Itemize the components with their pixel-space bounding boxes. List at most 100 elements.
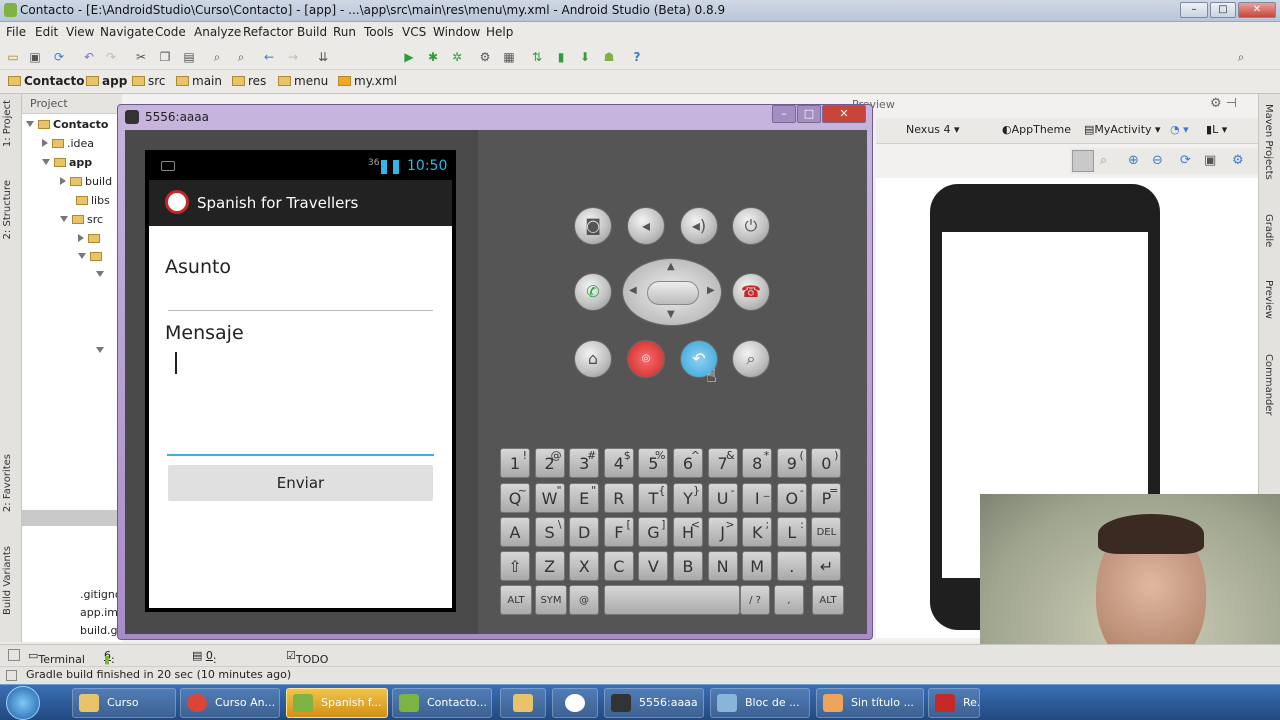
menu-build[interactable]: Build [297,25,327,39]
project-panel-title[interactable]: Project [30,97,68,110]
keyboard-key[interactable]: K; [742,517,773,547]
tree-item[interactable] [78,232,103,245]
paste-icon[interactable]: ▤ [180,48,198,66]
build-variants-tool-tab[interactable]: Build Variants [2,546,13,615]
undo-icon[interactable]: ↶ [80,48,98,66]
menu-window[interactable]: Window [433,25,480,39]
zoom-in-icon[interactable]: ⊕ [1128,153,1139,168]
cut-icon[interactable]: ✂ [132,48,150,66]
keyboard-key[interactable]: 6 ^ [673,448,703,478]
search-hw-icon[interactable]: ⌕ [732,340,770,378]
back-icon[interactable]: ← [260,48,278,66]
keyboard-key[interactable]: SYM [535,585,567,615]
menu-tools[interactable]: Tools [364,25,394,39]
menu-code[interactable]: Code [155,25,186,39]
maven-tool-tab[interactable]: Maven Projects [1263,104,1274,180]
keyboard-key[interactable]: 9( [776,448,807,478]
menu-hw-icon[interactable]: ◎ [627,340,665,378]
replace-icon[interactable]: ⌕ [232,48,250,66]
keyboard-key[interactable]: D [569,517,600,547]
keyboard-key[interactable]: DEL [811,517,842,547]
taskbar-item[interactable]: Sin título ... [816,688,924,718]
enviar-button[interactable]: Enviar [168,465,433,501]
keyboard-key[interactable]: 0) [811,448,842,478]
forward-icon[interactable]: → [284,48,302,66]
power-icon[interactable]: ⏻ [732,207,770,245]
zoom-actual-icon[interactable]: ⌕ [1100,153,1107,168]
end-call-icon[interactable]: ☎ [732,273,770,311]
tree-item[interactable] [96,268,108,281]
keyboard-key[interactable]: X [569,551,600,581]
tree-item[interactable]: app.iml [80,606,121,619]
keyboard-key[interactable]: 2 @ [534,448,565,478]
copy-icon[interactable]: ❐ [156,48,174,66]
menu-edit[interactable]: Edit [35,25,58,39]
tab-terminal[interactable]: ▭ Terminal [28,649,85,666]
taskbar-item[interactable] [552,688,598,718]
find-icon[interactable]: ⌕ [208,48,226,66]
menu-run[interactable]: Run [333,25,356,39]
breadcrumb-item[interactable]: res [232,74,266,88]
menu-navigate[interactable]: Navigate [100,25,154,39]
save-icon[interactable]: ▣ [26,48,44,66]
structure-tool-tab[interactable]: 2: Structure [2,180,13,239]
keyboard-key[interactable]: J > [707,517,738,547]
keyboard-key[interactable]: G] [638,517,669,547]
search-everywhere-icon[interactable]: ⌕ [1232,48,1250,66]
menu-file[interactable]: File [6,25,26,39]
keyboard-key[interactable]: , [774,585,804,615]
theme-selector[interactable]: ◐AppTheme [1002,123,1071,136]
volume-down-icon[interactable]: ◂ [627,207,665,245]
keyboard-key[interactable]: S \ [534,517,565,547]
tree-item[interactable]: src [60,213,103,226]
maximize-button[interactable]: □ [1210,2,1236,18]
dpad-center[interactable] [647,281,699,305]
taskbar-item[interactable]: 5556:aaaa [604,688,704,718]
sync-icon[interactable]: ⟳ [50,48,68,66]
tab-todo[interactable]: ☑ TODO [286,649,328,666]
keyboard-key[interactable]: U- [707,483,738,513]
keyboard-key[interactable]: H < [673,517,703,547]
minimize-button[interactable]: – [1180,2,1208,18]
tab-messages[interactable]: ▤ 0: Messages [192,649,267,679]
taskbar-item[interactable]: Spanish f... [286,688,388,718]
keyboard-key[interactable]: / ? [740,585,770,615]
tree-item[interactable]: .idea [42,137,94,150]
help-icon[interactable]: ? [628,48,646,66]
breadcrumb-item[interactable]: main [176,74,222,88]
breadcrumb-item[interactable]: menu [278,74,328,88]
keyboard-key[interactable]: V [638,551,669,581]
commander-tool-tab[interactable]: Commander [1263,354,1274,416]
taskbar-item[interactable]: Re... [928,688,980,718]
keyboard-key[interactable]: . [776,551,807,581]
mensaje-field[interactable] [167,454,434,456]
activity-selector[interactable]: ▤MyActivity ▾ [1084,123,1161,136]
favorites-tool-tab[interactable]: 2: Favorites [2,454,13,512]
settings-icon[interactable]: ⚙ [476,48,494,66]
breadcrumb-item[interactable]: src [132,74,166,88]
attach-icon[interactable]: ✲ [448,48,466,66]
taskbar-item[interactable]: Contacto... [392,688,492,718]
status-icon[interactable] [6,670,17,681]
keyboard-key[interactable]: A [500,517,530,547]
sdk-manager-icon[interactable]: ⬇ [576,48,594,66]
menu-analyze[interactable]: Analyze [194,25,241,39]
keyboard-key[interactable]: ALT [500,585,532,615]
start-button[interactable] [6,686,40,720]
keyboard-key[interactable]: F[ [603,517,634,547]
panel-settings-icon[interactable]: ⚙ ⊣ [1210,96,1237,111]
monitor-icon[interactable]: ☗ [600,48,618,66]
open-icon[interactable]: ▭ [4,48,22,66]
keyboard-key[interactable]: ↵ [811,551,842,581]
refresh-icon[interactable]: ⟳ [1180,153,1191,168]
tree-root[interactable]: Contacto [26,118,108,131]
tree-item[interactable]: app [42,156,92,169]
keyboard-key[interactable]: 5% [638,448,669,478]
keyboard-key[interactable]: P = [811,483,842,513]
tree-item[interactable]: build [60,175,112,188]
keyboard-key[interactable]: 1! [500,448,530,478]
keyboard-key[interactable]: 3 # [569,448,600,478]
dpad[interactable]: ▲ ▼ ◀ ▶ [622,258,722,326]
dpad-down-icon[interactable]: ▼ [667,309,675,320]
dpad-up-icon[interactable]: ▲ [667,261,675,272]
